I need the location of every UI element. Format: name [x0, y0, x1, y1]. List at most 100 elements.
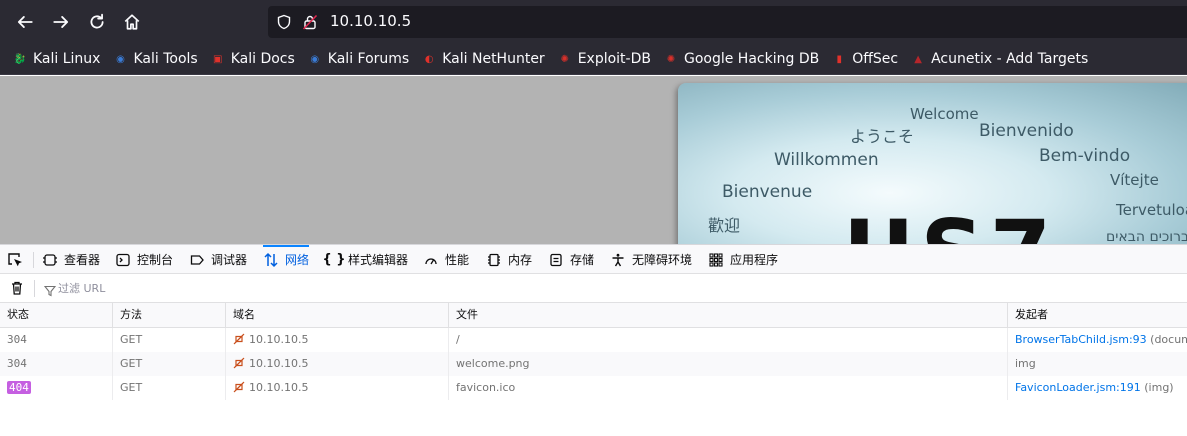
forward-button[interactable]: [46, 7, 76, 37]
domain-cell: 10.10.10.5: [226, 376, 449, 400]
application-icon: [708, 252, 724, 268]
welcome-word: Bienvenue: [722, 182, 813, 202]
column-header-status[interactable]: 状态: [0, 303, 113, 327]
domain-text: 10.10.10.5: [249, 357, 309, 370]
memory-icon: [486, 252, 502, 268]
filter-url-input[interactable]: [58, 279, 458, 297]
back-button[interactable]: [10, 7, 40, 37]
devtools-tab[interactable]: { } 样式编辑器: [322, 245, 409, 274]
network-icon: [263, 252, 279, 268]
devtools-tab[interactable]: 调试器: [189, 245, 247, 274]
url-bar[interactable]: 10.10.10.5: [268, 6, 1187, 38]
bookmark-item[interactable]: ✺ Google Hacking DB: [663, 51, 819, 67]
devtools-tab[interactable]: 网络: [263, 245, 310, 272]
devtools-tab[interactable]: 无障碍环境: [610, 245, 692, 274]
initiator-type: img: [1015, 357, 1036, 370]
devtools-tab-label: 网络: [285, 253, 310, 267]
bookmark-item[interactable]: 🐉 Kali Linux: [12, 51, 101, 67]
kali-tools-icon: ◉: [116, 53, 125, 65]
url-text[interactable]: 10.10.10.5: [330, 12, 411, 30]
bookmark-label: OffSec: [852, 51, 899, 67]
bookmark-item[interactable]: ▲ Acunetix - Add Targets: [910, 51, 1088, 67]
welcome-word: Willkommen: [774, 150, 879, 170]
devtools-tab-label: 样式编辑器: [348, 253, 409, 267]
debugger-icon: [189, 252, 205, 268]
acunetix-icon: ▲: [914, 53, 922, 65]
welcome-word: Welcome: [910, 105, 979, 123]
devtools-tab-label: 控制台: [137, 253, 174, 267]
initiator-link[interactable]: BrowserTabChild.jsm:93: [1015, 333, 1147, 346]
status-code: 304: [7, 333, 27, 346]
kali-docs-icon: ▣: [212, 53, 223, 65]
column-header-initiator[interactable]: 发起者: [1008, 303, 1187, 327]
devtools-tab[interactable]: 内存: [486, 245, 532, 274]
style-editor-icon: { }: [322, 252, 346, 267]
bookmark-item[interactable]: ▣ Kali Docs: [210, 51, 295, 67]
navigation-bar: 10.10.10.5: [0, 0, 1187, 44]
devtools-tab[interactable]: 存储: [548, 245, 594, 274]
funnel-icon: [43, 282, 57, 297]
exploit-db-icon: ✺: [560, 53, 569, 65]
table-row[interactable]: 304 GET 10.10.10.5 /BrowserTabChild.jsm:93 …: [0, 328, 1187, 352]
devtools-tab[interactable]: 控制台: [115, 245, 173, 274]
initiator-link[interactable]: FaviconLoader.jsm:191: [1015, 381, 1141, 394]
trash-icon[interactable]: [9, 280, 25, 296]
home-button[interactable]: [117, 7, 147, 37]
network-request-table: 状态 方法 域名 文件 发起者 304 GET 10.10.10.5/Browser…: [0, 303, 1187, 400]
welcome-word: Bem-vindo: [1039, 146, 1131, 166]
bookmark-item[interactable]: ◉ Kali Tools: [112, 51, 198, 67]
bookmark-label: Kali Linux: [33, 51, 101, 67]
table-header: 状态 方法 域名 文件 发起者: [0, 303, 1187, 328]
ghdb-icon: ✺: [666, 53, 676, 65]
initiator-cell: FaviconLoader.jsm:191 (img): [1008, 376, 1187, 400]
bookmark-item[interactable]: ✺ Exploit-DB: [557, 51, 651, 67]
devtools-tab[interactable]: 性能: [423, 245, 469, 274]
console-icon: [115, 252, 131, 268]
column-header-method[interactable]: 方法: [113, 303, 226, 327]
status-code: 404: [7, 381, 31, 394]
devtools-tab-label: 性能: [445, 253, 470, 267]
offsec-icon: ▮: [836, 53, 842, 65]
devtools-tab-label: 应用程序: [730, 253, 779, 267]
page-viewport: IIS7 Welcome ようこそ Bienvenido Willkommen Bem-…: [0, 76, 1187, 244]
status-cell: 304: [0, 352, 113, 376]
domain-text: 10.10.10.5: [249, 333, 309, 346]
devtools-toolbar: 查看器 控制台 调试器 网络 { } 样式编辑器 性能 内存 存储 无障碍环境 应用程序: [0, 244, 1187, 274]
shield-icon[interactable]: [276, 14, 292, 34]
accessibility-icon: [610, 252, 626, 268]
devtools-tab[interactable]: 应用程序: [708, 245, 778, 274]
iis-logo-text: IIS7: [843, 201, 1057, 244]
element-picker-icon[interactable]: [6, 251, 24, 269]
kali-forums-icon: ◉: [310, 53, 320, 65]
bookmark-label: Kali Docs: [230, 51, 295, 67]
table-row[interactable]: 304 GET 10.10.10.5 welcome.png img: [0, 352, 1187, 376]
domain-cell: 10.10.10.5: [226, 352, 449, 376]
file-cell: favicon.ico: [449, 376, 1008, 400]
status-cell: 404: [0, 376, 113, 400]
method-cell: GET: [113, 328, 226, 352]
welcome-word: Tervetuloa: [1116, 201, 1187, 219]
initiator-type: (img): [1144, 381, 1174, 394]
column-header-file[interactable]: 文件: [449, 303, 1008, 327]
method-cell: GET: [113, 376, 226, 400]
domain-text: 10.10.10.5: [249, 381, 309, 394]
file-cell: /: [449, 328, 1008, 352]
devtools-tab[interactable]: 查看器: [42, 245, 100, 274]
devtools-tab-label: 存储: [570, 253, 595, 267]
bookmarks-toolbar: 🐉 Kali Linux ◉ Kali Tools ▣ Kali Docs ◉ Kali Fo…: [0, 44, 1187, 75]
bookmark-item[interactable]: ◐ Kali NetHunter: [421, 51, 545, 67]
column-header-domain[interactable]: 域名: [226, 303, 449, 327]
bookmark-label: Kali Tools: [133, 51, 198, 67]
insecure-lock-icon[interactable]: [302, 14, 318, 34]
bookmark-item[interactable]: ◉ Kali Forums: [307, 51, 409, 67]
back-arrow-icon: [17, 16, 33, 28]
network-filter-bar: [0, 274, 1187, 303]
file-cell: welcome.png: [449, 352, 1008, 376]
table-row[interactable]: 404 GET 10.10.10.5 favicon.ico FaviconLoader…: [0, 376, 1187, 400]
filter-divider: [34, 280, 35, 297]
reload-icon: [90, 13, 104, 29]
welcome-word: Vítejte: [1110, 171, 1159, 189]
reload-button[interactable]: [82, 7, 112, 37]
bookmark-item[interactable]: ▮ OffSec: [831, 51, 898, 67]
storage-icon: [548, 252, 564, 268]
